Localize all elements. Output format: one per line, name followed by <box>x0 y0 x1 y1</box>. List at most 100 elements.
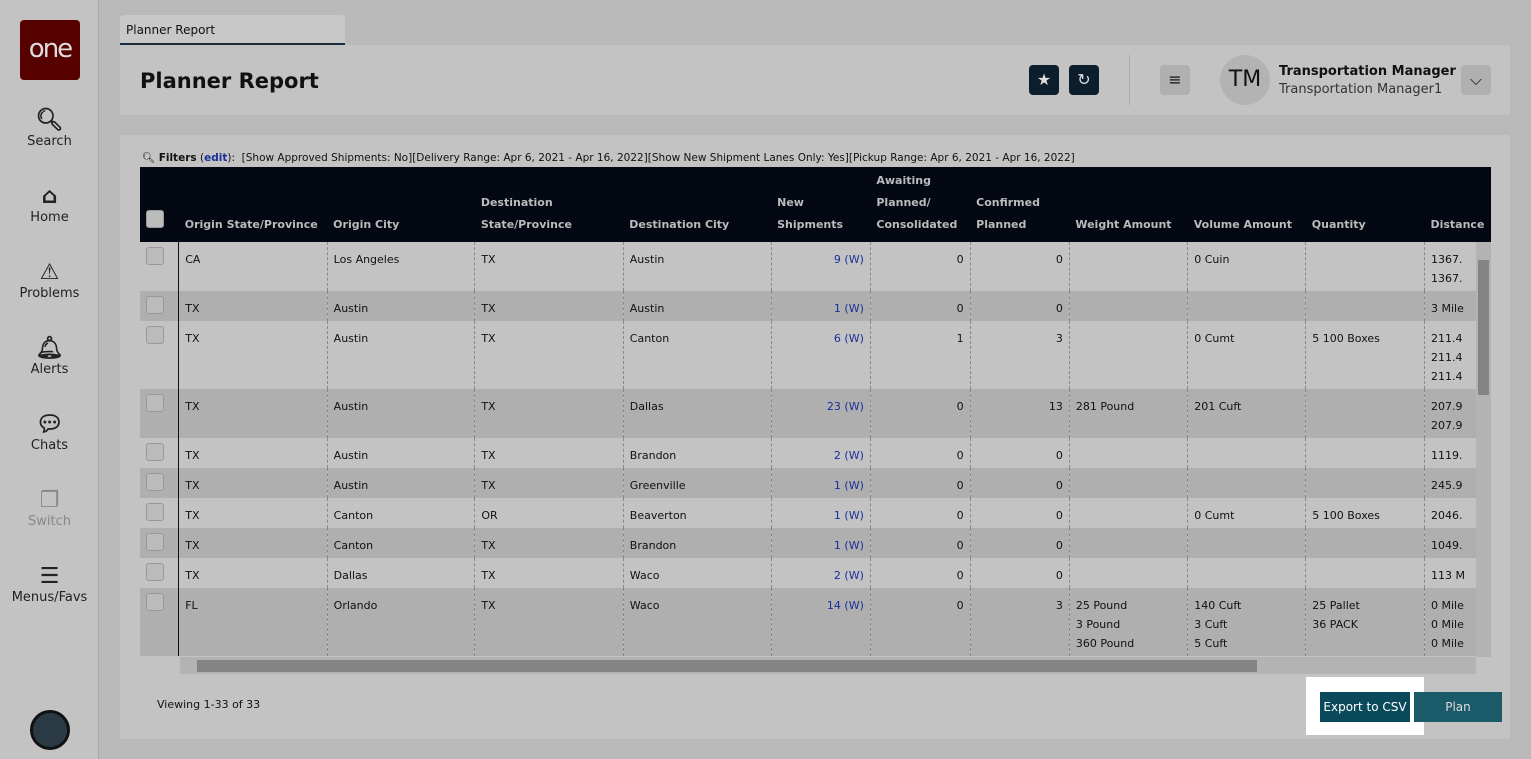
row-checkbox[interactable] <box>146 503 164 521</box>
table-cell: TX <box>178 528 328 558</box>
cell-line: 201 Cuft <box>1194 400 1242 413</box>
table-cell: 25 Pallet 36 PACK <box>1305 588 1425 656</box>
report-grid: Origin State/Province Origin City Destinat… <box>140 167 1491 674</box>
table-cell: FL <box>178 588 328 656</box>
column-header[interactable]: Quantity <box>1305 167 1425 242</box>
column-header[interactable]: Destination City <box>623 167 772 242</box>
table-cell: Dallas <box>623 389 772 438</box>
column-header[interactable]: Weight Amount <box>1069 167 1188 242</box>
table-cell: 23 (W) <box>771 389 871 438</box>
table-cell: TX <box>178 291 328 321</box>
table-cell: 5 100 Boxes <box>1305 498 1425 528</box>
row-select-cell <box>140 291 180 321</box>
row-checkbox[interactable] <box>146 473 164 491</box>
plan-button[interactable]: Plan <box>1414 692 1502 722</box>
cell-text: Brandon <box>629 449 677 462</box>
user-dropdown-button[interactable]: ⌵ <box>1461 65 1491 95</box>
column-header[interactable]: Distance <box>1424 167 1491 242</box>
table-cell: Orlando <box>327 588 476 656</box>
cell-text: 0 <box>1055 253 1063 266</box>
column-header[interactable]: Destination State/Province <box>474 167 624 242</box>
vertical-scrollbar[interactable] <box>1476 242 1491 657</box>
cell-line: 0 Cumt <box>1194 332 1235 345</box>
table-cell: 1 (W) <box>771 498 871 528</box>
favorite-button[interactable]: ★ <box>1029 65 1059 95</box>
table-cell <box>1187 291 1307 321</box>
new-shipments-link[interactable]: 1 (W) <box>834 302 864 315</box>
new-shipments-link[interactable]: 6 (W) <box>834 332 864 345</box>
horizontal-scrollbar[interactable] <box>180 657 1476 674</box>
cell-text: TX <box>481 400 496 413</box>
table-cell: TX <box>474 588 624 656</box>
cell-text: 0 <box>1055 479 1063 492</box>
nav-menus-favs[interactable]: ☰ Menus/Favs <box>0 564 99 605</box>
column-header[interactable]: New Shipments <box>771 167 871 242</box>
table-cell: 0 <box>970 558 1070 588</box>
table-cell: 2 (W) <box>771 558 871 588</box>
column-header[interactable]: Awaiting Planned/ Consolidated <box>870 167 971 242</box>
new-shipments-link[interactable]: 2 (W) <box>834 569 864 582</box>
cell-text: 0 <box>1055 539 1063 552</box>
new-shipments-link[interactable]: 23 (W) <box>827 400 864 413</box>
edit-filters-link[interactable]: edit <box>204 152 227 164</box>
nav-home[interactable]: ⌂ Home <box>0 184 99 225</box>
column-header[interactable]: Volume Amount <box>1187 167 1306 242</box>
new-shipments-link[interactable]: 9 (W) <box>834 253 864 266</box>
vertical-scroll-thumb[interactable] <box>1478 260 1489 395</box>
table-row[interactable]: TX Austin TX Brandon 2 (W) 0 0 1119. <box>140 438 1491 468</box>
row-checkbox[interactable] <box>146 296 164 314</box>
warning-icon: ⚠ <box>39 260 60 285</box>
table-cell: 0 <box>970 242 1070 291</box>
cell-text: OR <box>481 509 498 522</box>
tab-planner-report[interactable]: Planner Report <box>120 15 345 45</box>
row-checkbox[interactable] <box>146 247 164 265</box>
row-checkbox[interactable] <box>146 533 164 551</box>
nav-chats[interactable]: 💬︎ Chats <box>0 412 99 453</box>
new-shipments-link[interactable]: 1 (W) <box>834 509 864 522</box>
new-shipments-link[interactable]: 1 (W) <box>834 479 864 492</box>
table-cell: 0 <box>870 588 971 656</box>
menu-button[interactable]: ≡ <box>1160 65 1190 95</box>
table-row[interactable]: CA Los Angeles TX Austin 9 (W) 0 0 0 Cuin 1367. 1… <box>140 242 1491 291</box>
row-checkbox[interactable] <box>146 394 164 412</box>
cell-line: 5 Cuft <box>1194 637 1228 650</box>
refresh-button[interactable]: ↻ <box>1069 65 1099 95</box>
user-avatar-icon[interactable] <box>30 710 70 750</box>
select-all-checkbox[interactable] <box>146 210 164 228</box>
table-row[interactable]: TX Austin TX Austin 1 (W) 0 0 3 Mile <box>140 291 1491 321</box>
row-checkbox[interactable] <box>146 326 164 344</box>
export-csv-button[interactable]: Export to CSV <box>1320 692 1410 722</box>
column-header[interactable]: Origin State/Province <box>178 167 328 242</box>
table-cell <box>1069 528 1189 558</box>
nav-switch[interactable]: ❐ Switch <box>0 488 99 529</box>
search-icon: 🔍︎ <box>142 152 156 164</box>
table-cell: Canton <box>623 321 772 389</box>
row-checkbox[interactable] <box>146 563 164 581</box>
table-row[interactable]: TX Canton OR Beaverton 1 (W) 0 0 0 Cumt 5 100 Bo… <box>140 498 1491 528</box>
nav-search[interactable]: 🔍︎ Search <box>0 108 99 149</box>
table-cell: 0 <box>870 291 971 321</box>
table-cell <box>1187 468 1307 498</box>
table-row[interactable]: TX Canton TX Brandon 1 (W) 0 0 1049. <box>140 528 1491 558</box>
one-logo[interactable]: one <box>20 20 80 80</box>
table-row[interactable]: TX Dallas TX Waco 2 (W) 0 0 113 M <box>140 558 1491 588</box>
table-cell: 1 (W) <box>771 291 871 321</box>
new-shipments-link[interactable]: 1 (W) <box>834 539 864 552</box>
cell-text: 0 <box>1055 569 1063 582</box>
cell-text: Dallas <box>333 569 368 582</box>
new-shipments-link[interactable]: 2 (W) <box>834 449 864 462</box>
column-header[interactable]: Origin City <box>327 167 475 242</box>
row-checkbox[interactable] <box>146 593 164 611</box>
table-row[interactable]: FL Orlando TX Waco 14 (W) 0 3 25 Pound 3 Pound 36… <box>140 588 1491 656</box>
table-row[interactable]: TX Austin TX Dallas 23 (W) 0 13 281 Pound 201 Cu… <box>140 389 1491 438</box>
table-row[interactable]: TX Austin TX Canton 6 (W) 1 3 0 Cumt 5 100 Boxes… <box>140 321 1491 389</box>
cell-line: 25 Pallet <box>1312 599 1360 612</box>
horizontal-scroll-thumb[interactable] <box>197 660 1257 672</box>
nav-problems[interactable]: ⚠ Problems <box>0 260 99 301</box>
column-header[interactable]: Confirmed Planned <box>970 167 1070 242</box>
row-checkbox[interactable] <box>146 443 164 461</box>
nav-alerts[interactable]: 🔔︎ Alerts <box>0 336 99 377</box>
table-row[interactable]: TX Austin TX Greenville 1 (W) 0 0 245.9 <box>140 468 1491 498</box>
table-cell: Austin <box>327 468 476 498</box>
new-shipments-link[interactable]: 14 (W) <box>827 599 864 612</box>
